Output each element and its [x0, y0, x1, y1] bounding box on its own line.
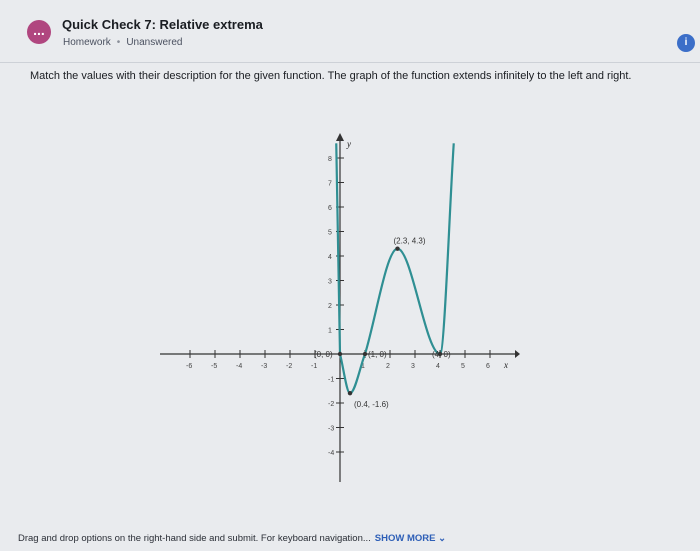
y-tick-label: 6 [328, 205, 332, 212]
page-title: Quick Check 7: Relative extrema [62, 17, 263, 32]
x-tick-label: 4 [436, 363, 440, 370]
point-label: (4, 0) [432, 350, 451, 359]
x-tick-label: -1 [311, 363, 317, 370]
y-axis-label: y [346, 139, 351, 149]
x-tick-label: 2 [386, 363, 390, 370]
point-label: (1, 0) [368, 350, 387, 359]
y-tick-label: -2 [328, 401, 334, 408]
function-graph: x y -6 -5 -4 -3 -2 -1 1 2 3 4 5 6-4-3-2-112345678 (… [160, 133, 520, 482]
point-marker [362, 351, 368, 357]
y-tick-label: 7 [328, 181, 332, 188]
y-axis-arrow [336, 133, 344, 141]
assignment-type: Homework [63, 37, 111, 48]
x-tick-label: -6 [186, 363, 192, 370]
point-marker [395, 246, 400, 251]
x-tick-label: 3 [411, 363, 415, 370]
y-tick-label: -1 [328, 377, 334, 384]
show-more-link[interactable]: SHOW MORE ⌄ [375, 533, 446, 544]
y-tick-label: 4 [328, 254, 332, 261]
x-axis-arrow [515, 350, 520, 358]
point-marker [337, 351, 343, 357]
y-tick-label: 5 [328, 230, 332, 237]
y-tick-label: -4 [328, 450, 334, 457]
header-divider [0, 62, 700, 63]
y-tick-label: 1 [328, 328, 332, 335]
x-tick-label: 6 [486, 363, 490, 370]
info-icon[interactable]: i [677, 34, 695, 52]
point-label: (2.3, 4.3) [394, 237, 426, 246]
x-tick-label: 5 [461, 363, 465, 370]
instructions-text: Drag and drop options on the right-hand … [18, 533, 371, 544]
point-label: (0, 0) [314, 350, 333, 359]
question-text: Match the values with their description … [30, 70, 632, 82]
status-badge: Unanswered [126, 37, 183, 48]
x-tick-label: -5 [211, 363, 217, 370]
x-tick-label: -3 [261, 363, 267, 370]
y-tick-label: 2 [328, 303, 332, 310]
assignment-header: ... Quick Check 7: Relative extrema Home… [0, 0, 700, 60]
instructions-footer: Drag and drop options on the right-hand … [18, 533, 446, 544]
point-marker [347, 391, 353, 396]
separator-dot: • [116, 37, 121, 48]
more-options-icon[interactable]: ... [27, 20, 51, 44]
x-tick-label: -4 [236, 363, 242, 370]
y-tick-label: 8 [328, 156, 332, 163]
x-axis-label: x [503, 360, 508, 370]
y-tick-label: 3 [328, 279, 332, 286]
y-tick-label: -3 [328, 426, 334, 433]
x-tick-label: -2 [286, 363, 292, 370]
assignment-meta: Homework • Unanswered [63, 37, 182, 48]
labeled-points: (0, 0) (1, 0) (2.3, 4.3) (4, 0) (0.4, -1.6) [314, 237, 451, 410]
point-label: (0.4, -1.6) [354, 400, 389, 409]
